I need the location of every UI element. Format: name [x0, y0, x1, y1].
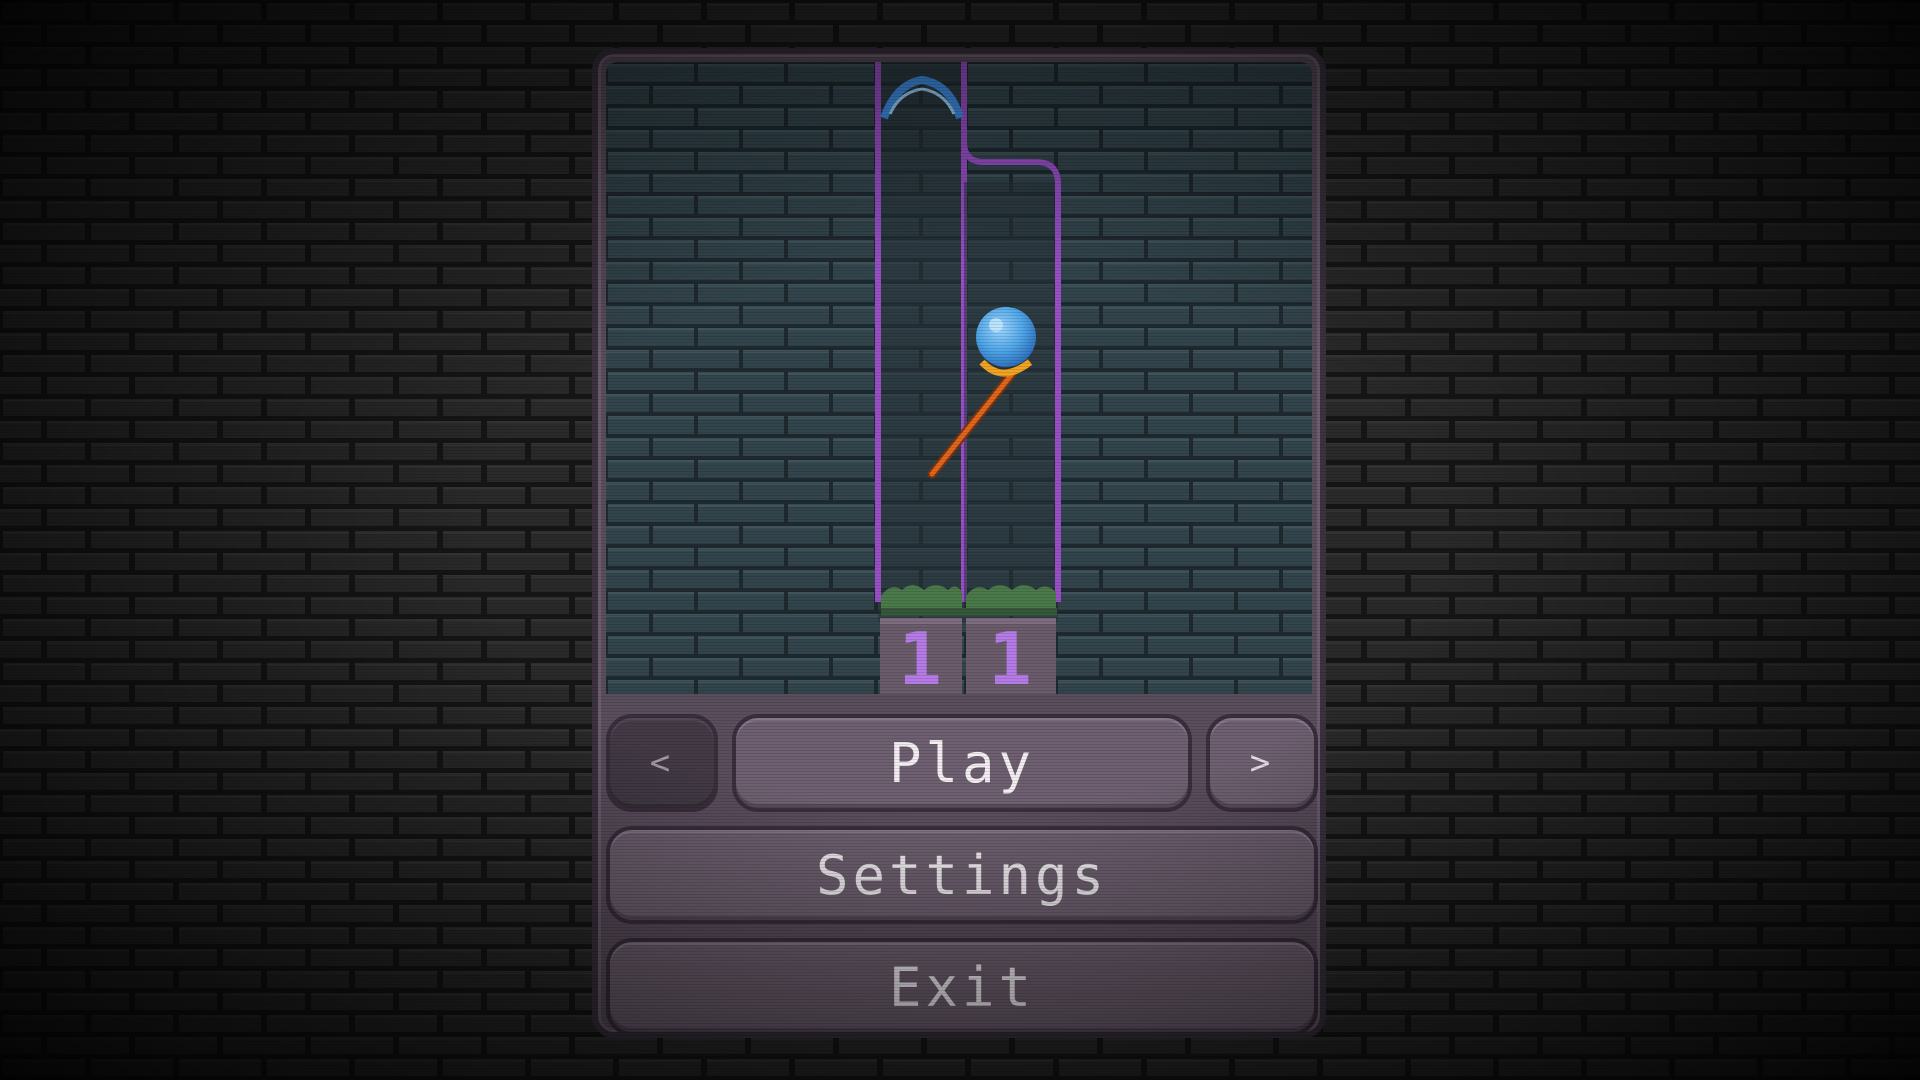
- level-preview: 1 1: [606, 62, 1312, 694]
- settings-button[interactable]: Settings: [606, 826, 1318, 924]
- exit-button-label: Exit: [888, 955, 1036, 1019]
- exit-button[interactable]: Exit: [606, 938, 1318, 1036]
- chevron-left-icon: <: [649, 743, 675, 783]
- next-level-button[interactable]: >: [1206, 714, 1318, 812]
- play-button-label: Play: [888, 731, 1036, 795]
- chevron-right-icon: >: [1249, 743, 1275, 783]
- previous-level-button[interactable]: <: [606, 714, 718, 812]
- tube-left: [875, 62, 967, 622]
- ball-icon: [976, 307, 1036, 367]
- tube-count-right: 1: [988, 617, 1031, 694]
- settings-button-label: Settings: [815, 843, 1109, 907]
- main-menu-panel: 1 1 < Play > Settings Exit: [592, 48, 1326, 1038]
- play-button[interactable]: Play: [732, 714, 1192, 812]
- game-screen: 1 1 < Play > Settings Exit: [0, 0, 1920, 1080]
- tube-count-left: 1: [898, 617, 941, 694]
